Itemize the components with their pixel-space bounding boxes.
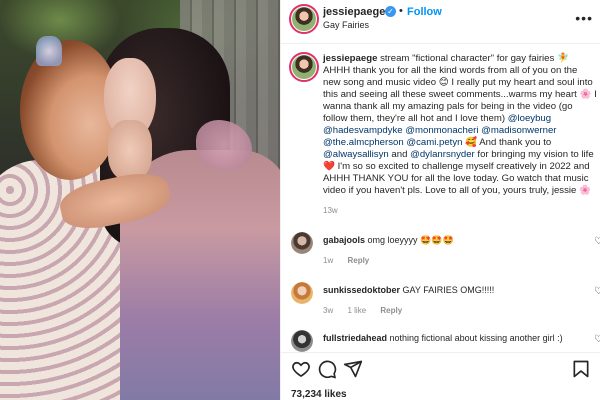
photo-hand [108, 120, 152, 180]
comment-meta: 3w 1 like Reply [323, 306, 414, 315]
more-options-icon[interactable]: ••• [575, 10, 593, 26]
post-header: jessiepaege ✓ • Follow Gay Fairies ••• [281, 0, 600, 44]
likes-count[interactable]: 73,234 likes [291, 389, 347, 400]
comment-body: omg loeyyyy 🤩🤩🤩 [367, 235, 454, 245]
post-audio-subtitle[interactable]: Gay Fairies [323, 20, 369, 30]
post-photo[interactable] [0, 0, 280, 400]
photo-crown [36, 36, 62, 66]
mention-link[interactable]: @the.almcpherson [323, 137, 404, 148]
bookmark-icon[interactable] [571, 359, 591, 379]
mention-link[interactable]: @cami.petyn [406, 137, 462, 148]
comment-username[interactable]: gabajools [323, 235, 365, 245]
author-username[interactable]: jessiepaege [323, 6, 385, 18]
separator-dot: • [399, 5, 403, 17]
comment-meta: 1w Reply [323, 256, 381, 265]
caption-text: jessiepaege stream "fictional character"… [323, 53, 597, 197]
comment-username[interactable]: sunkissedoktober [323, 285, 400, 295]
comment-text: sunkissedoktober GAY FAIRIES OMG!!!!! [323, 285, 573, 296]
comment-body: nothing fictional about kissing another … [389, 333, 563, 343]
caption-segment: and [388, 149, 411, 160]
comment-item: gabajools omg loeyyyy 🤩🤩🤩 1w Reply ♡ [281, 232, 600, 278]
comment-avatar[interactable] [291, 282, 313, 304]
post-side-panel: jessiepaege ✓ • Follow Gay Fairies ••• j… [280, 0, 600, 400]
caption-segment: 🥰 And thank you to [462, 137, 552, 148]
heart-icon[interactable] [291, 359, 311, 379]
post-actions-bar: 73,234 likes [281, 352, 600, 400]
reply-button[interactable]: Reply [380, 306, 402, 315]
mention-link[interactable]: @dylanrsnyder [410, 149, 475, 160]
caption-timestamp[interactable]: 13w [323, 206, 338, 215]
caption-avatar[interactable] [289, 52, 319, 82]
comment-like-count[interactable]: 1 like [347, 306, 366, 315]
comment-like-heart-icon[interactable]: ♡ [594, 286, 600, 297]
mention-link[interactable]: @hadesvampdyke [323, 125, 403, 136]
comment-time[interactable]: 3w [323, 306, 333, 315]
mention-link[interactable]: @loeybug [508, 113, 551, 124]
comment-avatar[interactable] [291, 330, 313, 352]
comment-text: fullstriedahead nothing fictional about … [323, 333, 573, 344]
comment-username[interactable]: fullstriedahead [323, 333, 387, 343]
comment-text: gabajools omg loeyyyy 🤩🤩🤩 [323, 235, 573, 246]
share-icon[interactable] [343, 359, 363, 379]
comment-body: GAY FAIRIES OMG!!!!! [402, 285, 495, 295]
comment-item: fullstriedahead nothing fictional about … [281, 330, 600, 352]
mention-link[interactable]: @madisonwerner [481, 125, 556, 136]
follow-button[interactable]: Follow [407, 6, 442, 18]
caption-username[interactable]: jessiepaege [323, 53, 377, 64]
mention-link[interactable]: @monmonacheri [405, 125, 478, 136]
author-avatar[interactable] [289, 4, 319, 34]
mention-link[interactable]: @alwaysallisyn [323, 149, 389, 160]
comment-item: sunkissedoktober GAY FAIRIES OMG!!!!! 3w… [281, 282, 600, 328]
reply-button[interactable]: Reply [347, 256, 369, 265]
comment-time[interactable]: 1w [323, 256, 333, 265]
post-caption: jessiepaege stream "fictional character"… [281, 44, 600, 224]
comment-avatar[interactable] [291, 232, 313, 254]
verified-badge-icon: ✓ [385, 6, 396, 17]
comment-like-heart-icon[interactable]: ♡ [594, 334, 600, 345]
comment-icon[interactable] [317, 359, 337, 379]
comment-like-heart-icon[interactable]: ♡ [594, 236, 600, 247]
